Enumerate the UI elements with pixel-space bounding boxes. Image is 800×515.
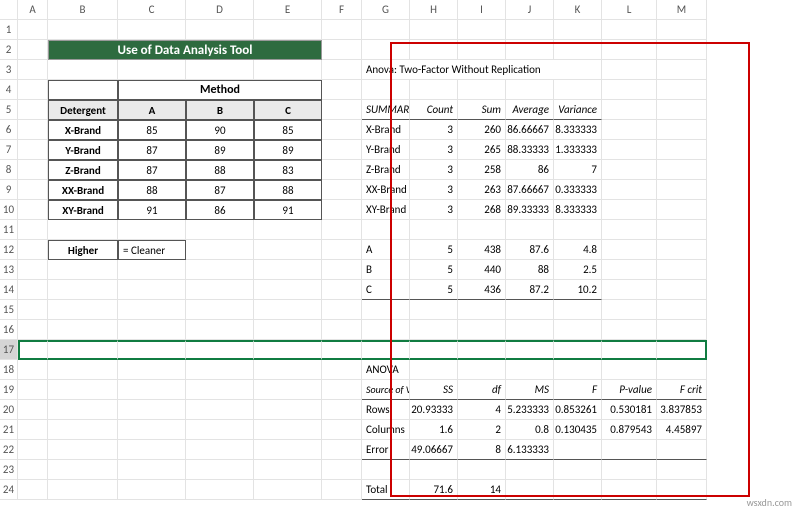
row-21[interactable]: 21 [0, 420, 18, 440]
col-F[interactable]: F [322, 0, 362, 20]
row-24[interactable]: 24 [0, 480, 18, 500]
col-C[interactable]: C [118, 0, 186, 20]
col-header-B: B [186, 100, 254, 120]
val-0-2[interactable]: 85 [254, 120, 322, 140]
hdr-var: Variance [554, 100, 602, 120]
row-9[interactable]: 9 [0, 180, 18, 200]
anova-title: Anova: Two-Factor Without Replication [362, 60, 602, 80]
row-22[interactable]: 22 [0, 440, 18, 460]
row-7[interactable]: 7 [0, 140, 18, 160]
row-11[interactable]: 11 [0, 220, 18, 240]
row-4[interactable]: 4 [0, 80, 18, 100]
method-header: Method [118, 80, 322, 100]
row-16[interactable]: 16 [0, 320, 18, 340]
col-K[interactable]: K [554, 0, 602, 20]
anova-section-label: ANOVA [362, 360, 410, 380]
val-0-1[interactable]: 90 [186, 120, 254, 140]
page-title: Use of Data Analysis Tool [48, 40, 322, 60]
col-L[interactable]: L [602, 0, 657, 20]
watermark: wsxdn.com [747, 496, 792, 509]
selected-cell[interactable] [18, 340, 48, 360]
row-8[interactable]: 8 [0, 160, 18, 180]
col-header-C: C [254, 100, 322, 120]
row-6[interactable]: 6 [0, 120, 18, 140]
col-I[interactable]: I [458, 0, 506, 20]
row-1[interactable]: 1 [0, 20, 18, 40]
cleaner-label: = Cleaner [118, 240, 186, 260]
col-J[interactable]: J [506, 0, 554, 20]
summary-label: SUMMARY [362, 100, 410, 120]
row-15[interactable]: 15 [0, 300, 18, 320]
hdr-avg: Average [506, 100, 554, 120]
val-0-0[interactable]: 85 [118, 120, 186, 140]
sum-name-0: X-Brand [362, 120, 410, 140]
row-3[interactable]: 3 [0, 60, 18, 80]
col-G[interactable]: G [362, 0, 410, 20]
row-2[interactable]: 2 [0, 40, 18, 60]
higher-label: Higher [48, 240, 118, 260]
row-18[interactable]: 18 [0, 360, 18, 380]
col-E[interactable]: E [254, 0, 322, 20]
col-D[interactable]: D [186, 0, 254, 20]
col-B[interactable]: B [48, 0, 118, 20]
corner-cell[interactable] [0, 0, 18, 20]
row-19[interactable]: 19 [0, 380, 18, 400]
hdr-count: Count [410, 100, 458, 120]
col-H[interactable]: H [410, 0, 458, 20]
detergent-label: Detergent [48, 100, 118, 120]
hdr-sum: Sum [458, 100, 506, 120]
brand-0: X-Brand [48, 120, 118, 140]
row-23[interactable]: 23 [0, 460, 18, 480]
row-17[interactable]: 17 [0, 340, 18, 360]
row-20[interactable]: 20 [0, 400, 18, 420]
col-M[interactable]: M [657, 0, 707, 20]
row-12[interactable]: 12 [0, 240, 18, 260]
spreadsheet-grid[interactable]: A B C D E F G H I J K L M 1 2 Use of Dat… [0, 0, 800, 500]
row-13[interactable]: 13 [0, 260, 18, 280]
col-A[interactable]: A [18, 0, 48, 20]
row-10[interactable]: 10 [0, 200, 18, 220]
col-header-A: A [118, 100, 186, 120]
row-14[interactable]: 14 [0, 280, 18, 300]
detergent-empty [48, 80, 118, 100]
row-5[interactable]: 5 [0, 100, 18, 120]
